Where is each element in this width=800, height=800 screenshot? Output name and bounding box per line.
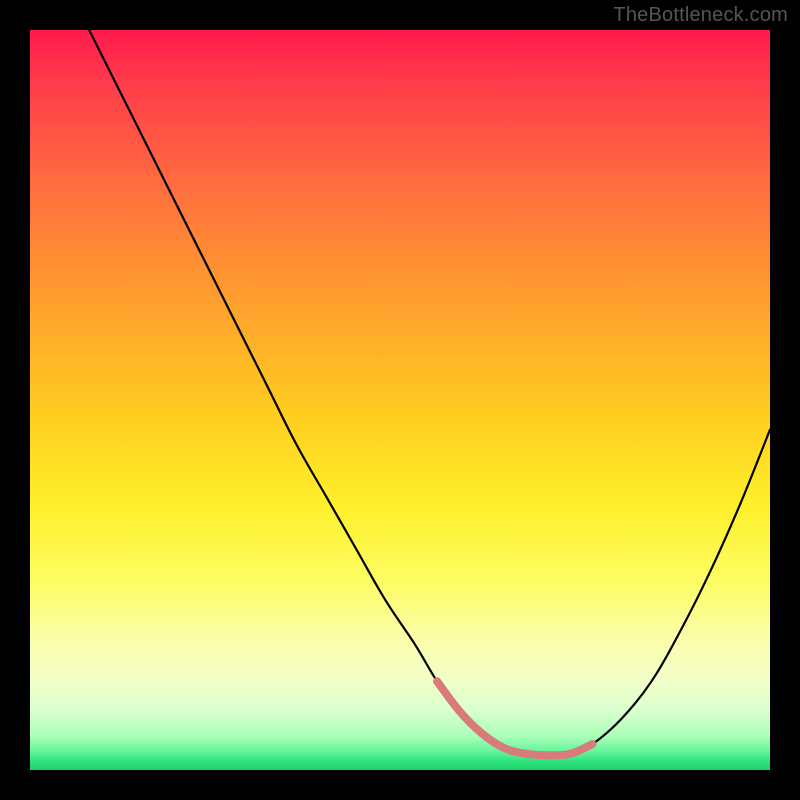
curve-layer [30, 30, 770, 770]
watermark-text: TheBottleneck.com [613, 4, 788, 27]
highlight-flat-region [437, 681, 592, 755]
plot-area [30, 30, 770, 770]
bottleneck-curve [89, 30, 770, 755]
chart-frame: TheBottleneck.com [0, 0, 800, 800]
